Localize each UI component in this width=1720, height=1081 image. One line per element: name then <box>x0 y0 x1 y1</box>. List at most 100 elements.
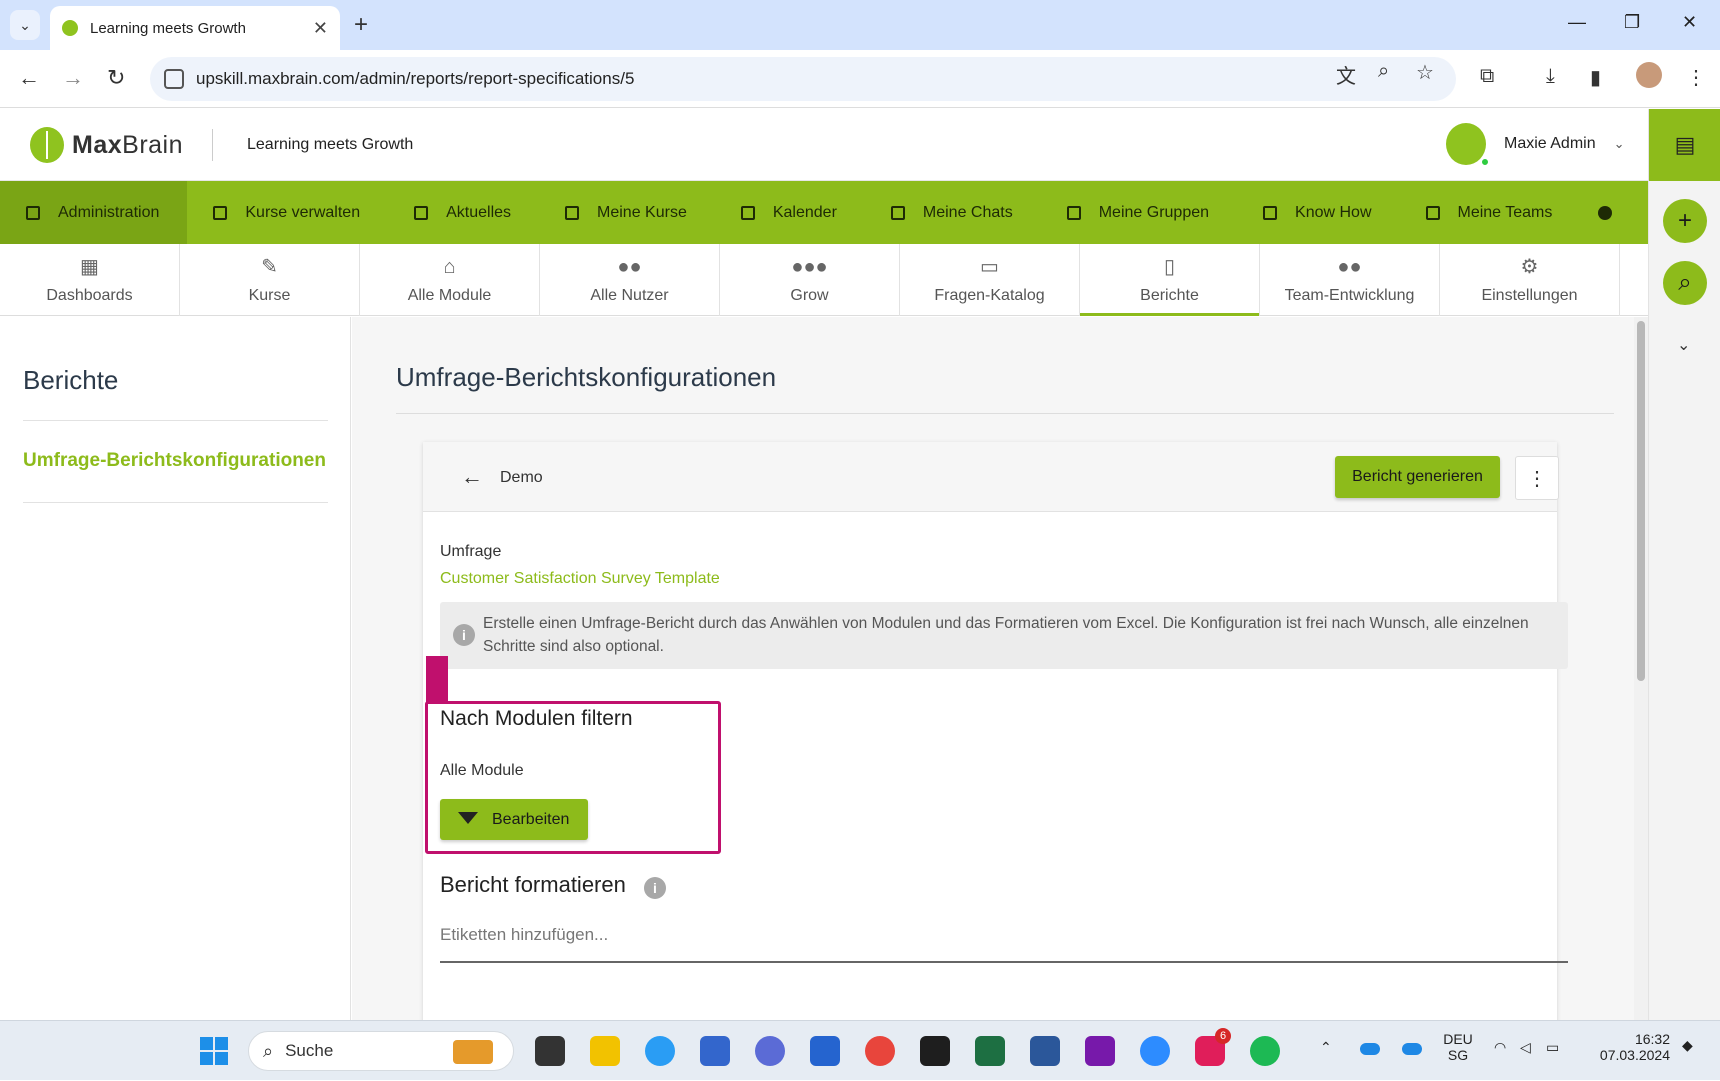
tags-input[interactable]: Etiketten hinzufügen... <box>440 917 1568 963</box>
nav-aktuelles[interactable]: Aktuelles <box>388 181 539 244</box>
course-icon: ✎ <box>261 256 278 278</box>
page-title: Umfrage-Berichtskonfigurationen <box>396 362 777 392</box>
generate-report-button[interactable]: Bericht generieren <box>1335 456 1500 498</box>
zoom-icon[interactable] <box>1140 1036 1170 1066</box>
side-panel-icon[interactable]: ▮ <box>1590 65 1601 90</box>
survey-link[interactable]: Customer Satisfaction Survey Template <box>440 570 720 588</box>
app-icon[interactable] <box>755 1036 785 1066</box>
volume-icon[interactable]: ◁ <box>1520 1039 1531 1056</box>
task-view-icon[interactable] <box>535 1036 565 1066</box>
word-icon[interactable] <box>1030 1036 1060 1066</box>
spotify-icon[interactable] <box>1250 1036 1280 1066</box>
bookmark-star-icon[interactable]: ☆ <box>1416 60 1434 85</box>
main-navigation: Administration Kurse verwalten Aktuelles… <box>0 181 1648 244</box>
chevron-down-icon[interactable]: ⌄ <box>1677 335 1690 355</box>
windows-start-icon[interactable] <box>200 1037 228 1065</box>
nav-kalender[interactable]: Kalender <box>715 181 865 244</box>
tab-fragen-katalog[interactable]: ▭ Fragen-Katalog <box>900 244 1080 316</box>
extensions-icon[interactable]: ⧉ <box>1480 65 1494 88</box>
todo-icon[interactable] <box>810 1036 840 1066</box>
scrollbar[interactable] <box>1634 317 1648 1020</box>
chat-toggle-button[interactable]: ▤ <box>1649 109 1720 181</box>
download-icon[interactable]: ⤓ <box>1546 65 1555 88</box>
back-arrow-icon[interactable]: ← <box>18 66 40 90</box>
notification-bell-icon[interactable]: ◆ <box>1682 1037 1693 1054</box>
show-hidden-icons[interactable]: ⌃ <box>1320 1039 1332 1056</box>
tab-einstellungen[interactable]: ⚙ Einstellungen <box>1440 244 1620 316</box>
chrome-icon[interactable] <box>865 1036 895 1066</box>
nav-label: Meine Chats <box>922 203 1013 221</box>
nav-administration[interactable]: Administration <box>0 181 188 244</box>
reload-icon[interactable]: ↻ <box>107 66 125 90</box>
forward-arrow-icon[interactable]: → <box>62 66 84 90</box>
address-bar[interactable]: upskill.maxbrain.com/admin/reports/repor… <box>150 57 1456 101</box>
store-icon[interactable] <box>700 1036 730 1066</box>
onedrive-icon[interactable] <box>1360 1043 1380 1055</box>
group-folder-icon <box>1066 205 1081 220</box>
survey-label: Umfrage <box>440 543 502 560</box>
nav-label: Kalender <box>772 203 837 221</box>
admin-module-navigation: ▦ Dashboards ✎ Kurse ⌂ Alle Module ●● Alle N… <box>0 244 1648 316</box>
minimize-icon[interactable]: — <box>1568 12 1586 33</box>
nav-kurse-verwalten[interactable]: Kurse verwalten <box>187 181 388 244</box>
tab-team-entwicklung[interactable]: ●● Team-Entwicklung <box>1260 244 1440 316</box>
battery-icon[interactable]: ▭ <box>1546 1039 1559 1056</box>
language-indicator[interactable]: DEU SG <box>1440 1031 1476 1063</box>
nav-meine-teams[interactable]: Meine Teams <box>1400 181 1581 244</box>
team-icon <box>1425 205 1440 220</box>
user-menu[interactable]: Maxie Admin ⌄ <box>1446 123 1625 167</box>
question-chat-icon: ▭ <box>980 256 999 278</box>
tab-kurse[interactable]: ✎ Kurse <box>180 244 360 316</box>
tab-dashboards[interactable]: ▦ Dashboards <box>0 244 180 316</box>
clock[interactable]: 16:32 07.03.2024 <box>1590 1031 1670 1063</box>
slack-icon[interactable]: 6 <box>1195 1028 1231 1066</box>
tab-label: Alle Module <box>407 287 492 304</box>
scrollbar-thumb[interactable] <box>1637 321 1645 681</box>
wifi-icon[interactable]: ◠ <box>1494 1039 1506 1056</box>
browser-menu-icon[interactable]: ⋮ <box>1686 65 1706 90</box>
logo-text-light: Brain <box>122 130 184 159</box>
more-options-button[interactable]: ⋮ <box>1515 456 1559 500</box>
tab-alle-nutzer[interactable]: ●● Alle Nutzer <box>540 244 720 316</box>
onedrive-icon[interactable] <box>1402 1043 1422 1055</box>
file-explorer-icon[interactable] <box>590 1036 620 1066</box>
onenote-icon[interactable] <box>1085 1036 1115 1066</box>
nav-know-how[interactable]: Know How <box>1237 181 1399 244</box>
add-button[interactable]: + <box>1663 199 1707 243</box>
tab-label: Alle Nutzer <box>590 287 669 304</box>
edit-filter-button[interactable]: Bearbeiten <box>440 799 588 840</box>
sidebar-item-umfrage-berichtskonfigurationen[interactable]: Umfrage-Berichtskonfigurationen <box>23 450 326 472</box>
institution-icon: ⌂ <box>443 256 456 278</box>
excel-icon[interactable] <box>975 1036 1005 1066</box>
close-tab-icon[interactable]: ✕ <box>313 18 328 39</box>
tab-label: Dashboards <box>46 287 133 304</box>
zoom-icon[interactable]: ⌕ <box>1378 60 1389 83</box>
site-info-icon[interactable] <box>164 69 184 89</box>
translate-icon[interactable]: 文 <box>1336 60 1356 89</box>
close-window-icon[interactable]: ✕ <box>1682 12 1697 33</box>
search-button[interactable]: ⌕ <box>1663 261 1707 305</box>
nav-more-button[interactable] <box>1580 181 1613 244</box>
info-icon[interactable]: i <box>644 877 666 899</box>
browser-tab[interactable]: Learning meets Growth ✕ <box>50 6 340 50</box>
edge-icon[interactable] <box>645 1036 675 1066</box>
back-arrow-icon[interactable]: ← <box>461 464 483 490</box>
profile-avatar[interactable] <box>1636 62 1662 88</box>
nav-meine-gruppen[interactable]: Meine Gruppen <box>1041 181 1237 244</box>
restore-icon[interactable]: ❐ <box>1624 12 1640 33</box>
maxbrain-logo[interactable]: MaxBrain <box>30 127 183 163</box>
chat-icon <box>890 205 905 220</box>
nav-meine-chats[interactable]: Meine Chats <box>865 181 1041 244</box>
url-text: upskill.maxbrain.com/admin/reports/repor… <box>196 69 635 88</box>
tab-berichte[interactable]: ▯ Berichte <box>1080 244 1260 316</box>
new-tab-button[interactable]: + <box>354 10 368 40</box>
team-development-icon: ●● <box>1337 256 1362 278</box>
nav-label: Meine Gruppen <box>1098 203 1210 221</box>
nav-meine-kurse[interactable]: Meine Kurse <box>539 181 715 244</box>
tab-list-dropdown-icon[interactable]: ⌄ <box>10 10 40 40</box>
taskbar-search[interactable]: ⌕ Suche <box>248 1031 514 1071</box>
figma-icon[interactable] <box>920 1036 950 1066</box>
tab-grow[interactable]: ●●● Grow <box>720 244 900 316</box>
tab-alle-module[interactable]: ⌂ Alle Module <box>360 244 540 316</box>
info-icon: i <box>453 624 475 646</box>
